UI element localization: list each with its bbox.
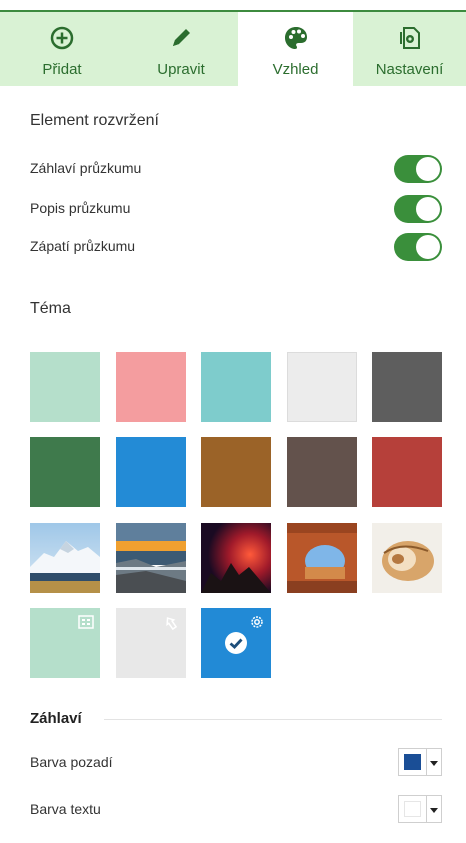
- background-color-label: Barva pozadí: [30, 754, 113, 770]
- theme-photo-seashell[interactable]: [372, 523, 442, 593]
- background-color-picker[interactable]: [398, 748, 442, 776]
- tab-settings[interactable]: Nastavení: [353, 12, 466, 86]
- toggle-knob: [416, 235, 440, 259]
- toggle-row-survey-footer: Zápatí průzkumu: [30, 233, 442, 261]
- building-icon: [78, 615, 94, 629]
- theme-swatch-brown[interactable]: [201, 437, 271, 507]
- theme-photo-red-sky[interactable]: [201, 523, 271, 593]
- theme-photo-coast-sunset[interactable]: [116, 523, 186, 593]
- plus-circle-icon: [50, 26, 74, 50]
- theme-swatch-pink[interactable]: [116, 352, 186, 422]
- theme-swatch-light-gray[interactable]: [287, 352, 357, 422]
- chevron-down-icon[interactable]: [427, 748, 442, 776]
- text-color-label: Barva textu: [30, 801, 101, 817]
- undo-icon: [166, 617, 178, 631]
- tab-edit[interactable]: Upravit: [124, 12, 238, 86]
- layout-section-title: Element rozvržení: [30, 112, 159, 129]
- coastal-sunset-image: [116, 523, 186, 593]
- tab-add[interactable]: Přidat: [0, 12, 124, 86]
- tab-add-label: Přidat: [42, 61, 82, 78]
- section-divider: [104, 719, 442, 720]
- toggle-label: Záhlaví průzkumu: [30, 160, 142, 176]
- toggle-row-survey-header: Záhlaví průzkumu: [30, 155, 442, 183]
- theme-photo-mountain[interactable]: [30, 523, 100, 593]
- toggle-label: Popis průzkumu: [30, 200, 131, 216]
- theme-custom-gray[interactable]: [116, 608, 186, 678]
- text-color-picker[interactable]: [398, 795, 442, 823]
- toggle-knob: [416, 157, 440, 181]
- survey-footer-toggle[interactable]: [394, 233, 442, 261]
- selected-check-icon: [225, 632, 247, 654]
- color-fill: [404, 754, 421, 770]
- tab-edit-label: Upravit: [157, 61, 205, 78]
- theme-swatch-taupe[interactable]: [287, 437, 357, 507]
- theme-swatch-teal[interactable]: [201, 352, 271, 422]
- theme-swatch-forest-green[interactable]: [30, 437, 100, 507]
- toggle-row-survey-description: Popis průzkumu: [30, 195, 442, 223]
- toggle-label: Zápatí průzkumu: [30, 238, 136, 254]
- theme-swatch-dark-gray[interactable]: [372, 352, 442, 422]
- theme-custom-blue-selected[interactable]: [201, 608, 271, 678]
- toggle-knob: [416, 197, 440, 221]
- red-sky-mountain-image: [201, 523, 271, 593]
- theme-swatch-red[interactable]: [372, 437, 442, 507]
- survey-header-toggle[interactable]: [394, 155, 442, 183]
- pencil-icon: [173, 29, 190, 46]
- rock-arch-image: [287, 523, 357, 593]
- gear-icon: [251, 616, 263, 628]
- tab-appearance-label: Vzhled: [272, 61, 319, 78]
- survey-description-toggle[interactable]: [394, 195, 442, 223]
- theme-swatch-blue[interactable]: [116, 437, 186, 507]
- color-box[interactable]: [398, 795, 427, 823]
- text-color-row: Barva textu: [30, 795, 442, 825]
- theme-section-title: Téma: [30, 300, 71, 317]
- toolbar-tabs: Přidat Upravit Vzhled Nastavení: [0, 0, 466, 86]
- tab-settings-label: Nastavení: [375, 61, 444, 78]
- background-color-row: Barva pozadí: [30, 748, 442, 778]
- palette-icon: [284, 27, 307, 49]
- chevron-down-icon[interactable]: [427, 795, 442, 823]
- color-box[interactable]: [398, 748, 427, 776]
- seashell-image: [372, 523, 442, 593]
- mountain-snow-image: [30, 523, 100, 593]
- header-section-title: Záhlaví: [30, 710, 82, 727]
- theme-custom-mint[interactable]: [30, 608, 100, 678]
- color-fill: [404, 801, 421, 817]
- theme-photo-rock-arch[interactable]: [287, 523, 357, 593]
- tab-appearance[interactable]: Vzhled: [238, 12, 353, 86]
- settings-document-icon: [399, 27, 420, 49]
- theme-swatch-mint[interactable]: [30, 352, 100, 422]
